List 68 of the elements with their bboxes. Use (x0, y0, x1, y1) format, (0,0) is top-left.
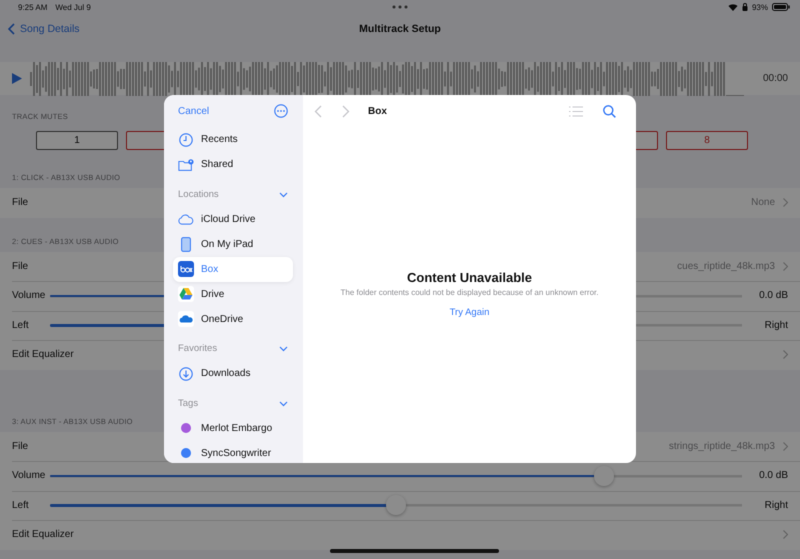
sidebar-item[interactable]: Drive (173, 282, 293, 306)
row-label: Volume (12, 290, 46, 302)
row-label: Edit Equalizer (12, 529, 74, 540)
row-label: File (12, 260, 30, 272)
sidebar-item[interactable]: Merlot Embargo (173, 416, 293, 440)
battery-icon (772, 3, 790, 11)
screen-title: Multitrack Setup (359, 23, 441, 35)
empty-state-title: Content Unavailable (407, 270, 532, 285)
waveform-drawing[interactable] (30, 62, 745, 96)
try-again-link[interactable]: Try Again (450, 307, 490, 318)
chevron-icon[interactable] (279, 190, 288, 198)
row-label: Left (12, 320, 30, 331)
box-app-icon (178, 261, 194, 277)
search-icon[interactable] (603, 104, 616, 118)
row-label: File (12, 197, 30, 208)
row-label: Edit Equalizer (12, 349, 74, 360)
track-mute-button[interactable]: 1 (36, 131, 118, 150)
home-indicator[interactable] (330, 549, 499, 553)
sidebar-section-header: Locations (178, 188, 219, 200)
sidebar-item[interactable]: Downloads (173, 361, 293, 386)
slider-thumb[interactable] (386, 495, 406, 516)
chevron-icon[interactable] (783, 530, 788, 540)
sidebar-section-header: Favorites (178, 343, 218, 354)
slider-reading: Right (764, 500, 788, 511)
location-title: Box (368, 106, 387, 116)
sidebar-item[interactable]: On My iPad (173, 232, 293, 256)
chevron-icon[interactable] (783, 442, 788, 451)
back-chevron-icon (8, 23, 15, 35)
sidebar-section-header: Tags (178, 398, 198, 408)
slider-reading: Right (764, 320, 788, 331)
chevron-icon[interactable] (279, 398, 288, 408)
chevron-icon[interactable] (783, 350, 788, 360)
download-icon (179, 366, 193, 380)
row-label: Left (12, 500, 30, 511)
status-time: 9:25 AM (18, 2, 48, 12)
drive-app-icon (178, 286, 194, 302)
row-label: Volume (12, 470, 46, 482)
row-value: strings_riptide_48k.mp3 (668, 440, 775, 452)
row-value: None (751, 197, 775, 208)
wifi-icon (728, 3, 738, 11)
clock-icon (179, 132, 193, 146)
lock-rotation-icon (742, 3, 748, 11)
chevron-icon[interactable] (783, 262, 788, 271)
row-value: cues_riptide_48k.mp3 (677, 260, 775, 272)
cloud-icon (178, 214, 194, 224)
onedrive-app-icon (178, 311, 194, 327)
sidebar-item[interactable]: Box (173, 256, 293, 282)
playback-time: 00:00 (762, 73, 788, 84)
status-date: Wed Jul 9 (55, 2, 91, 12)
slider-reading: 0.0 dB (758, 470, 788, 482)
sidebar-item[interactable]: SyncSongwriter (173, 440, 293, 463)
cancel-link[interactable]: Cancel (178, 106, 210, 116)
sidebar-item[interactable]: Shared (173, 152, 293, 177)
sidebar-item[interactable]: iCloud Drive (173, 206, 293, 232)
slider-thumb[interactable] (594, 466, 614, 486)
chevron-icon[interactable] (783, 198, 788, 208)
slider-reading: 0.0 dB (758, 290, 788, 302)
tablet-icon (181, 236, 191, 252)
more-icon[interactable] (274, 104, 288, 118)
shared-folder-icon (178, 158, 194, 172)
multitasking-dots-icon[interactable] (392, 5, 408, 9)
play-icon[interactable] (12, 73, 22, 84)
sidebar-item[interactable]: Recents (173, 127, 293, 152)
empty-state-message: The folder contents could not be displayed because of an unknown error. (340, 288, 598, 297)
battery-percent: 93% (752, 2, 768, 12)
row-label: File (12, 440, 30, 452)
sidebar-item[interactable]: OneDrive (173, 306, 293, 332)
chevron-icon[interactable] (279, 344, 288, 353)
